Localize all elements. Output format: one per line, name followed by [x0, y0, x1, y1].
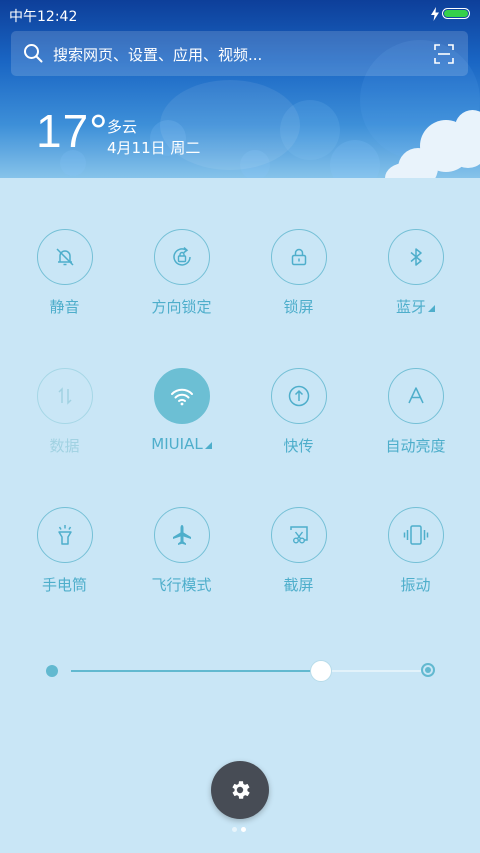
toggle-label-text: MIUIAL: [151, 435, 203, 453]
brightness-slider[interactable]: [44, 656, 438, 686]
toggle-circle[interactable]: [36, 368, 93, 424]
toggle-mobile-data[interactable]: 数据: [6, 368, 123, 456]
toggle-circle[interactable]: [270, 368, 327, 424]
toggle-bluetooth[interactable]: 蓝牙: [357, 229, 474, 317]
brightness-min-icon: [46, 665, 58, 677]
gear-icon: [232, 781, 250, 799]
slider-track[interactable]: [71, 670, 423, 672]
toggle-label: 蓝牙: [357, 296, 474, 317]
search-bar[interactable]: 搜索网页、设置、应用、视频...: [11, 31, 468, 76]
rotation-lock-icon: [172, 246, 191, 266]
toggle-label: 截屏: [283, 576, 314, 594]
quick-transfer-icon: [288, 385, 309, 407]
toggle-circle[interactable]: [270, 229, 327, 285]
toggle-rotation-lock[interactable]: 方向锁定: [123, 229, 240, 317]
menu-indicator-icon: [428, 305, 435, 312]
toggle-auto-brightness[interactable]: 自动亮度: [357, 368, 474, 456]
bokeh-decoration: [330, 140, 380, 178]
toggle-label: 自动亮度: [385, 437, 446, 455]
battery-icon: [442, 8, 470, 19]
toggle-mute[interactable]: 静音: [6, 229, 123, 317]
wifi-icon: [170, 388, 193, 406]
data-arrows-icon: [57, 387, 72, 405]
toggle-vibrate[interactable]: 振动: [357, 507, 474, 595]
toggle-circle[interactable]: [153, 368, 210, 424]
vibrate-icon: [403, 525, 428, 545]
airplane-icon: [172, 525, 191, 545]
toggle-circle[interactable]: [270, 507, 327, 563]
page-indicator: [232, 827, 252, 833]
slider-thumb[interactable]: [310, 660, 332, 682]
status-bar: 中午12:42: [0, 0, 480, 28]
toggle-circle[interactable]: [387, 368, 444, 424]
battery-level: [444, 10, 468, 17]
search-placeholder: 搜索网页、设置、应用、视频...: [53, 46, 263, 64]
toggle-label: 手电筒: [41, 576, 87, 594]
toggle-flashlight[interactable]: 手电筒: [6, 507, 123, 595]
scan-icon[interactable]: [434, 44, 454, 64]
toggle-label: 静音: [49, 298, 80, 316]
toggle-label: 振动: [400, 576, 431, 594]
toggle-wifi[interactable]: MIUIAL: [123, 368, 240, 453]
temperature: 17°: [36, 105, 109, 157]
toggle-label: 快传: [283, 437, 314, 455]
toggle-label: 数据: [49, 437, 80, 455]
page-dot: [232, 827, 237, 832]
toggle-label: 飞行模式: [151, 576, 212, 594]
status-time: 中午12:42: [9, 9, 78, 25]
toggle-circle[interactable]: [153, 229, 210, 285]
weather-date: 4月11日 周二: [107, 139, 201, 157]
toggle-circle[interactable]: [387, 229, 444, 285]
weather-condition: 多云: [107, 118, 138, 136]
auto-brightness-icon: [407, 387, 424, 404]
toggle-circle[interactable]: [36, 229, 93, 285]
toggle-label-text: 蓝牙: [395, 298, 426, 316]
page-dot: [241, 827, 246, 832]
flashlight-icon: [57, 525, 72, 545]
toggle-circle[interactable]: [153, 507, 210, 563]
toggle-label: 锁屏: [283, 298, 314, 316]
weather-header: 中午12:42 搜索网页、设置、应用、视频... 17° 多云 4月11日 周二: [0, 0, 480, 178]
slider-fill: [71, 670, 321, 672]
toggle-label: 方向锁定: [151, 298, 212, 316]
screenshot-icon: [289, 526, 308, 544]
toggle-circle[interactable]: [36, 507, 93, 563]
toggle-screenshot[interactable]: 截屏: [240, 507, 357, 595]
search-icon: [24, 44, 43, 63]
bell-muted-icon: [55, 248, 74, 266]
toggle-circle[interactable]: [387, 507, 444, 563]
toggle-airplane-mode[interactable]: 飞行模式: [123, 507, 240, 595]
brightness-max-icon: [421, 663, 435, 677]
menu-indicator-icon: [204, 442, 212, 449]
toggle-lock-screen[interactable]: 锁屏: [240, 229, 357, 317]
charging-icon: [431, 7, 439, 21]
lock-icon: [291, 248, 306, 266]
toggle-label: MIUIAL: [123, 435, 240, 453]
bluetooth-icon: [410, 248, 422, 266]
settings-button[interactable]: [211, 761, 269, 819]
toggle-quick-transfer[interactable]: 快传: [240, 368, 357, 456]
